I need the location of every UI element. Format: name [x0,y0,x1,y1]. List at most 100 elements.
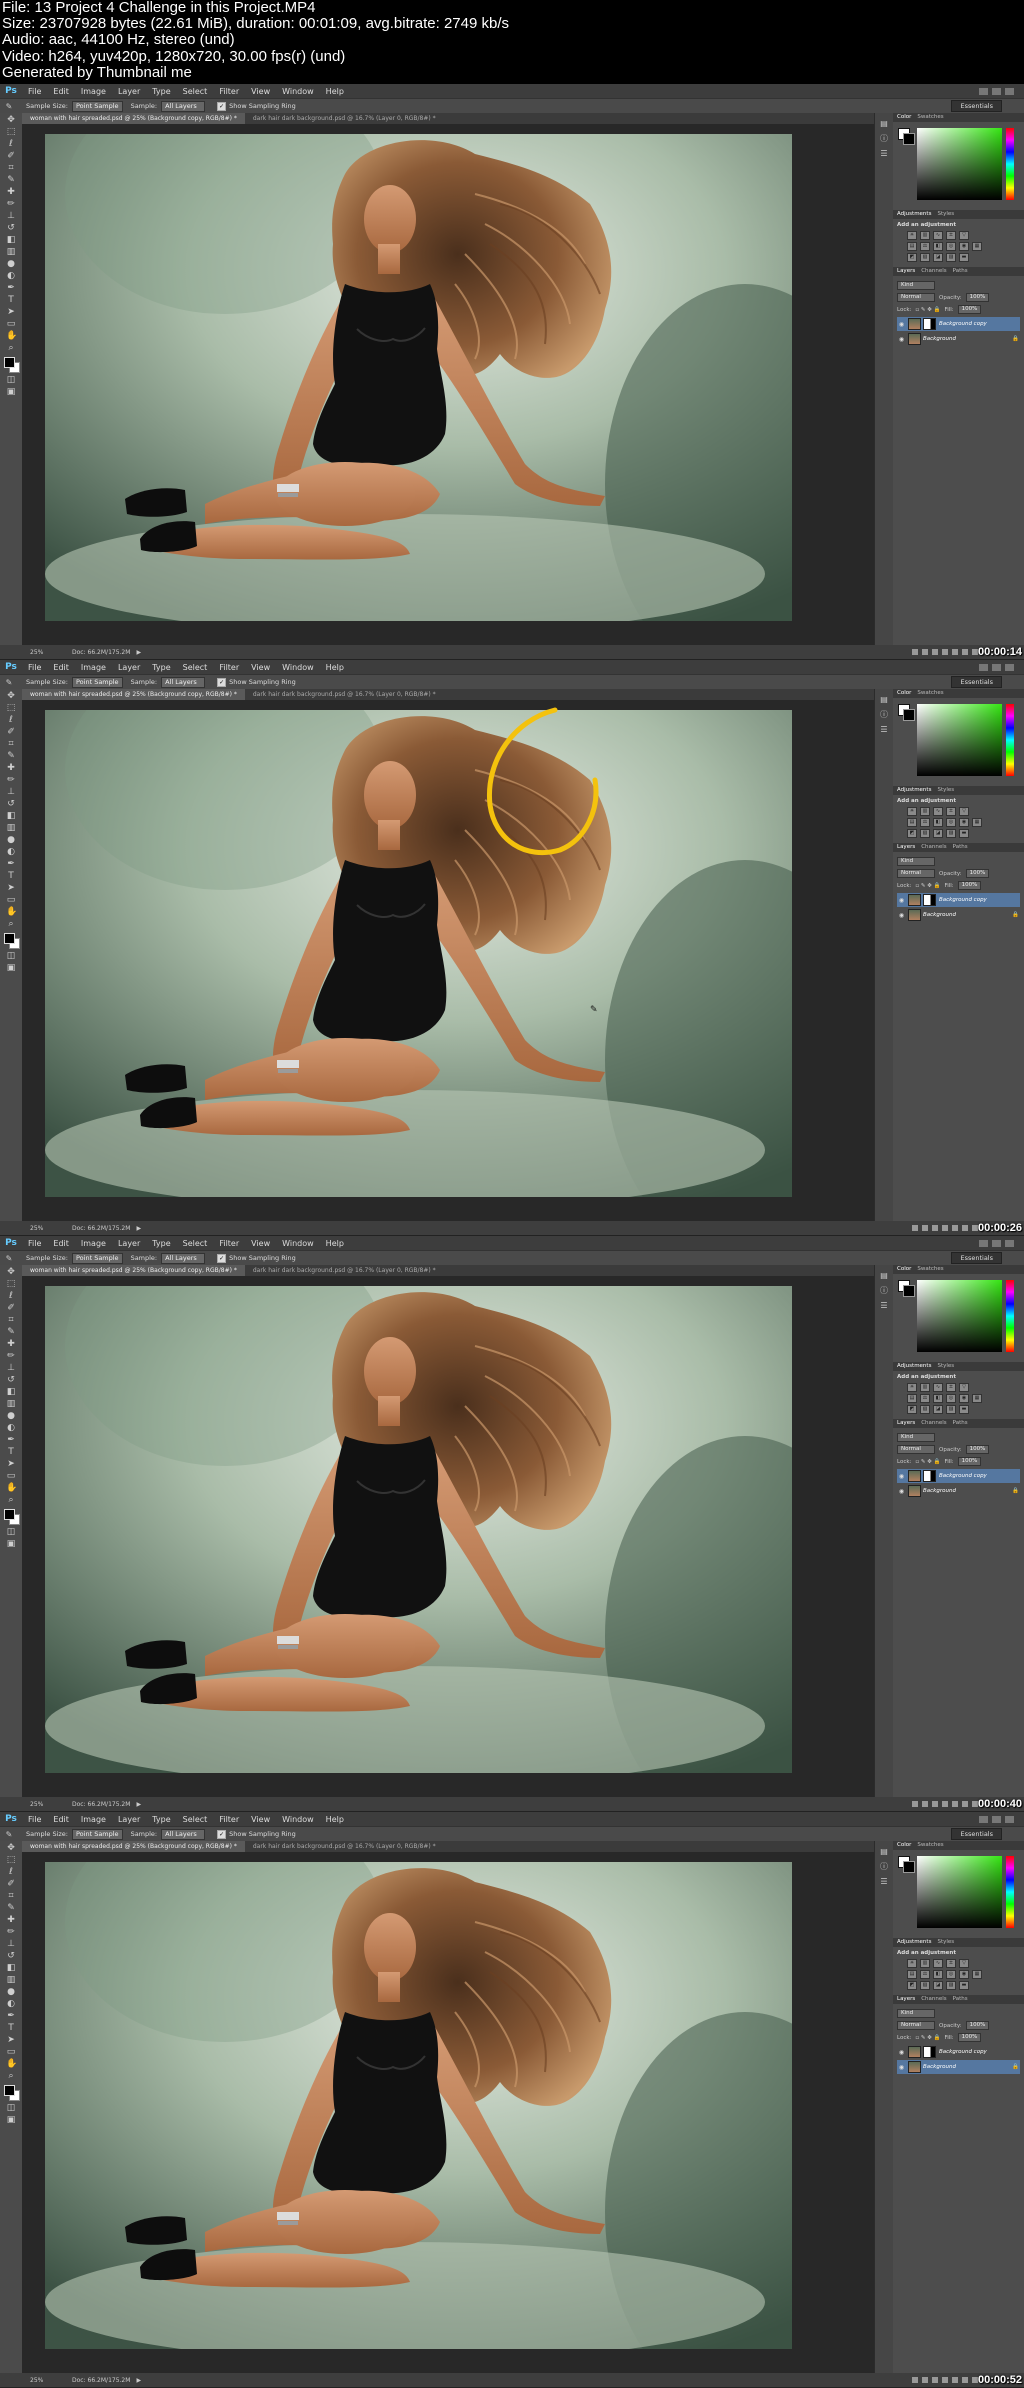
layer-mask-thumbnail[interactable] [923,318,936,330]
panel-background-swatch[interactable] [903,1861,915,1873]
eraser-tool-icon[interactable]: ◧ [6,811,16,821]
panel-background-swatch[interactable] [903,1285,915,1297]
fx-icon[interactable] [922,1801,928,1807]
fill-field[interactable]: 100% [957,2033,982,2042]
move-tool-icon[interactable]: ✥ [6,1843,16,1853]
menu-filter[interactable]: Filter [213,663,245,672]
new-group-icon[interactable] [952,1225,958,1231]
zoom-level[interactable]: 25% [0,1801,66,1808]
tab-color[interactable]: Color [897,1265,911,1274]
blur-tool-icon[interactable]: ● [6,1411,16,1421]
vibrance-icon[interactable]: ▽ [959,1383,969,1392]
info-panel-icon[interactable]: ⓘ [879,134,889,143]
path-select-icon[interactable]: ➤ [6,883,16,893]
selective-color-icon[interactable]: ▨ [946,1981,956,1990]
new-group-icon[interactable] [952,649,958,655]
menu-edit[interactable]: Edit [47,1239,75,1248]
invert-icon[interactable]: ◩ [907,1981,917,1990]
lock-icons[interactable]: ▫ ✎ ✥ 🔒 [915,307,940,313]
sample-select[interactable]: All Layers [161,100,206,112]
blend-mode-select[interactable]: Normal [897,293,935,302]
history-panel-icon[interactable]: ▤ [879,695,889,704]
black-white-icon[interactable]: ◧ [933,1394,943,1403]
eyedropper-tool-icon[interactable]: ✎ [0,102,18,111]
layer-mask-thumbnail[interactable] [923,2046,936,2058]
tab-dark-hair[interactable]: dark hair dark background.psd @ 16.7% (L… [245,689,444,700]
brightness-icon[interactable]: ☀ [907,231,917,240]
tab-channels[interactable]: Channels [921,843,946,852]
tab-color[interactable]: Color [897,689,911,698]
eyedropper-icon[interactable]: ✎ [6,1327,16,1337]
layer-filter-kind[interactable]: Kind [897,2009,935,2018]
marquee-tool-icon[interactable]: ⬚ [6,1279,16,1289]
zoom-tool-icon[interactable]: ⌕ [6,343,16,353]
dodge-tool-icon[interactable]: ◐ [6,847,16,857]
minimize-icon[interactable] [979,663,988,671]
panel-background-swatch[interactable] [903,133,915,145]
healing-tool-icon[interactable]: ✚ [6,763,16,773]
menu-help[interactable]: Help [320,1815,350,1824]
stamp-tool-icon[interactable]: ⊥ [6,1939,16,1949]
channel-mixer-icon[interactable]: ◉ [959,242,969,251]
photo-filter-icon[interactable]: ◎ [946,242,956,251]
menu-select[interactable]: Select [177,87,214,96]
new-layer-icon[interactable] [962,1225,968,1231]
lasso-tool-icon[interactable]: ℓ [6,1291,16,1301]
threshold-icon[interactable]: ◪ [933,1405,943,1414]
opacity-field[interactable]: 100% [965,293,990,302]
brush-tool-icon[interactable]: ✏ [6,1927,16,1937]
new-adjustment-icon[interactable] [942,1801,948,1807]
marquee-tool-icon[interactable]: ⬚ [6,127,16,137]
blur-tool-icon[interactable]: ● [6,259,16,269]
layer-background-copy[interactable]: ◉ Background copy [897,2045,1020,2059]
threshold-icon[interactable]: ◪ [933,1981,943,1990]
layer-filter-kind[interactable]: Kind [897,857,935,866]
sample-size-select[interactable]: Point Sample [71,1828,123,1840]
menu-type[interactable]: Type [146,663,176,672]
curves-icon[interactable]: ∿ [933,807,943,816]
color-swatches[interactable] [4,933,20,949]
color-lookup-icon[interactable]: ▦ [972,1394,982,1403]
layer-background[interactable]: ◉ Background 🔒 [897,2060,1020,2074]
photo-canvas[interactable] [45,1286,792,1773]
visibility-eye-icon[interactable]: ◉ [897,2049,906,2056]
menu-type[interactable]: Type [146,1239,176,1248]
crop-tool-icon[interactable]: ⌗ [6,1315,16,1325]
link-layers-icon[interactable] [912,649,918,655]
visibility-eye-icon[interactable]: ◉ [897,321,906,328]
levels-icon[interactable]: ▥ [920,231,930,240]
hue-sat-icon[interactable]: ▤ [907,1970,917,1979]
color-swatches[interactable] [4,2085,20,2101]
sample-select[interactable]: All Layers [161,676,206,688]
quick-select-tool-icon[interactable]: ✐ [6,727,16,737]
pen-tool-icon[interactable]: ✒ [6,1435,16,1445]
invert-icon[interactable]: ◩ [907,829,917,838]
menu-select[interactable]: Select [177,663,214,672]
posterize-icon[interactable]: ▧ [920,1981,930,1990]
hand-tool-icon[interactable]: ✋ [6,1483,17,1493]
tab-paths[interactable]: Paths [953,267,968,276]
gradient-tool-icon[interactable]: ▥ [6,247,16,257]
fx-icon[interactable] [922,1225,928,1231]
menu-edit[interactable]: Edit [47,87,75,96]
quick-select-tool-icon[interactable]: ✐ [6,151,16,161]
color-swatches[interactable] [4,357,20,373]
color-lookup-icon[interactable]: ▦ [972,818,982,827]
opacity-field[interactable]: 100% [965,869,990,878]
vibrance-icon[interactable]: ▽ [959,231,969,240]
gradient-tool-icon[interactable]: ▥ [6,823,16,833]
menu-type[interactable]: Type [146,1815,176,1824]
move-tool-icon[interactable]: ✥ [6,115,16,125]
curves-icon[interactable]: ∿ [933,231,943,240]
selective-color-icon[interactable]: ▨ [946,829,956,838]
quick-select-tool-icon[interactable]: ✐ [6,1303,16,1313]
eyedropper-icon[interactable]: ✎ [6,751,16,761]
type-tool-icon[interactable]: T [6,295,16,305]
gradient-map-icon[interactable]: ▬ [959,1981,969,1990]
opacity-field[interactable]: 100% [965,2021,990,2030]
new-layer-icon[interactable] [962,2377,968,2383]
quick-select-tool-icon[interactable]: ✐ [6,1879,16,1889]
quick-mask-icon[interactable]: ◫ [6,951,16,961]
foreground-color-swatch[interactable] [4,1509,15,1520]
menu-edit[interactable]: Edit [47,663,75,672]
